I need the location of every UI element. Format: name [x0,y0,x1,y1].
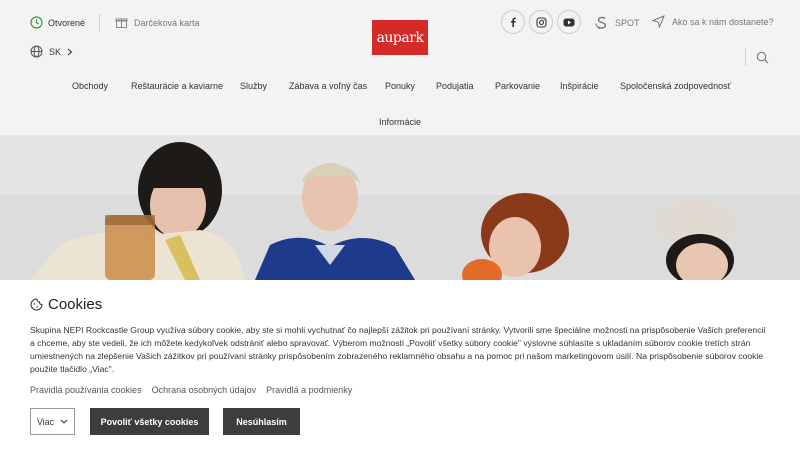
nav-item-parkovanie[interactable]: Parkovanie [495,81,540,91]
globe-icon [30,45,43,58]
nav-item-inspiracie[interactable]: Inšpirácie [560,81,599,91]
more-label: Viac [36,416,55,427]
facebook-link[interactable] [501,10,525,34]
accept-all-button[interactable]: Povoliť všetky cookies [90,408,209,435]
chevron-down-icon [60,419,68,424]
cookie-description: Skupina NEPI Rockcastle Group využíva sú… [30,325,766,374]
nav-item-sluzby[interactable]: Služby [240,81,267,91]
open-status-label: Otvorené [48,17,86,28]
search-icon[interactable] [756,51,769,64]
header: Otvorené Darčeková karta SK aupark SPOT … [0,0,800,135]
gift-icon [115,16,128,29]
accept-all-label: Povoliť všetky cookies [100,416,199,427]
cookie-title-text: Cookies [48,296,103,313]
gift-card-link[interactable]: Darčeková karta [115,16,200,29]
instagram-icon [535,16,547,28]
hero-illustration [0,135,800,280]
youtube-link[interactable] [557,10,581,34]
cookie-links: Pravidlá používania cookies Ochrana osob… [30,385,352,395]
aupark-logo[interactable]: aupark [372,20,428,55]
clock-icon [30,16,43,29]
language-selector[interactable]: SK [30,45,73,58]
gift-card-label: Darčeková karta [134,17,200,28]
nav-item-informacie[interactable]: Informácie [379,117,421,127]
youtube-icon [563,18,575,27]
nav-item-obchody[interactable]: Obchody [72,81,108,91]
nav-item-zabava[interactable]: Zábava a voľný čas [289,81,367,91]
spot-label: SPOT [615,18,640,28]
nav-item-zodpovednost[interactable]: Spoločenská zodpovednosť [620,81,731,91]
directions-label: Ako sa k nám dostanete? [672,16,774,27]
site: Otvorené Darčeková karta SK aupark SPOT … [0,0,800,450]
cookie-policy-link[interactable]: Pravidlá používania cookies [30,385,142,395]
open-status[interactable]: Otvorené [30,16,85,29]
more-dropdown[interactable]: Viac [30,408,75,435]
nav-item-ponuky[interactable]: Ponuky [385,81,415,91]
spot-icon [594,15,610,31]
directions-link[interactable]: Ako sa k nám dostanete? [652,15,774,28]
spot-link[interactable]: SPOT [594,15,640,31]
divider [745,48,746,66]
logo-text: aupark [376,29,424,46]
chevron-right-icon [67,48,73,56]
nav-item-restauracie[interactable]: Reštaurácie a kaviarne [131,81,223,91]
instagram-link[interactable] [529,10,553,34]
language-label: SK [49,46,62,57]
cookie-icon [30,298,43,311]
hero-image [0,135,800,280]
navigation-arrow-icon [652,15,665,28]
terms-link[interactable]: Pravidlá a podmienky [266,385,352,395]
cookie-title: Cookies [30,296,102,313]
privacy-link[interactable]: Ochrana osobných údajov [152,385,257,395]
decline-button[interactable]: Nesúhlasím [223,408,300,435]
nav-item-podujatia[interactable]: Podujatia [436,81,474,91]
facebook-icon [508,17,518,27]
divider [99,14,100,32]
decline-label: Nesúhlasím [236,416,287,427]
